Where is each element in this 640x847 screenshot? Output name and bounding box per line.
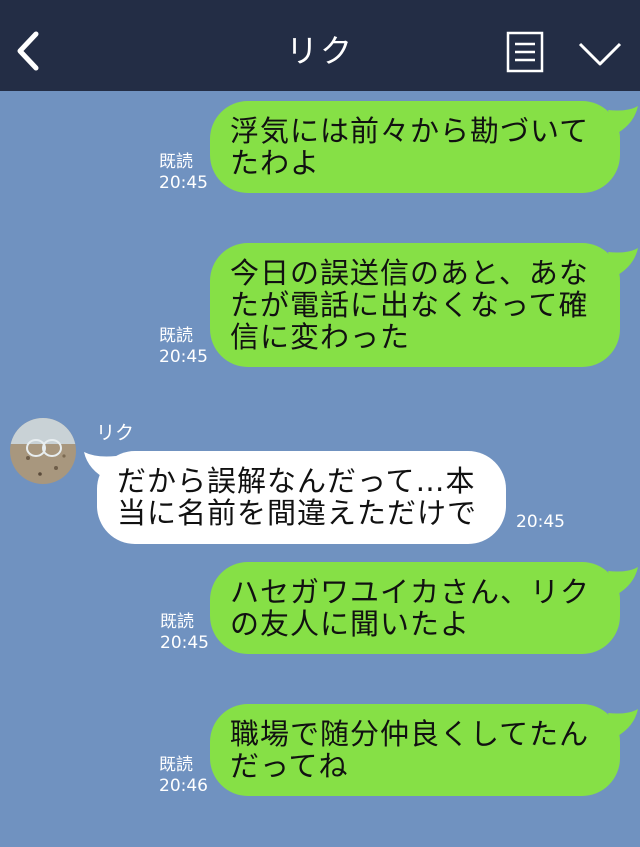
message-time: 20:45	[160, 633, 209, 653]
avatar[interactable]	[10, 418, 76, 484]
avatar-photo-icon	[10, 418, 76, 484]
message-5-meta: 既読 20:46	[159, 755, 208, 797]
message-2-meta: 既読 20:45	[159, 326, 208, 368]
message-time: 20:45	[516, 512, 565, 532]
menu-button[interactable]	[505, 30, 545, 74]
message-3-bubble[interactable]: だから誤解なんだって…本 当に名前を間違えただけで	[97, 451, 506, 544]
back-button[interactable]	[10, 26, 50, 76]
chevron-down-icon	[578, 42, 622, 66]
read-receipt: 既読	[159, 152, 193, 172]
message-time: 20:45	[159, 347, 208, 367]
message-time: 20:46	[159, 776, 208, 796]
read-receipt: 既読	[160, 612, 194, 632]
bubble-tail	[608, 106, 638, 134]
chat-header: リク	[0, 0, 640, 91]
message-4-bubble[interactable]: ハセガワユイカさん、リク の友人に聞いたよ	[210, 562, 620, 654]
collapse-button[interactable]	[576, 36, 624, 72]
read-receipt: 既読	[159, 326, 193, 346]
message-time: 20:45	[159, 173, 208, 193]
bubble-tail	[608, 248, 638, 276]
sender-name: リク	[96, 422, 135, 444]
chevron-left-icon	[17, 31, 39, 71]
message-2-bubble[interactable]: 今日の誤送信のあと、あな たが電話に出なくなって確 信に変わった	[210, 243, 620, 367]
chat-title: リク	[285, 32, 354, 70]
bubble-tail	[608, 709, 638, 737]
read-receipt: 既読	[159, 755, 193, 775]
bubble-tail	[608, 567, 638, 595]
message-1-meta: 既読 20:45	[159, 152, 208, 194]
message-4-meta: 既読 20:45	[160, 612, 209, 654]
message-5-bubble[interactable]: 職場で随分仲良くしてたん だってね	[210, 704, 620, 796]
message-1-bubble[interactable]: 浮気には前々から勘づいて たわよ	[210, 101, 620, 193]
document-menu-icon	[506, 31, 544, 73]
